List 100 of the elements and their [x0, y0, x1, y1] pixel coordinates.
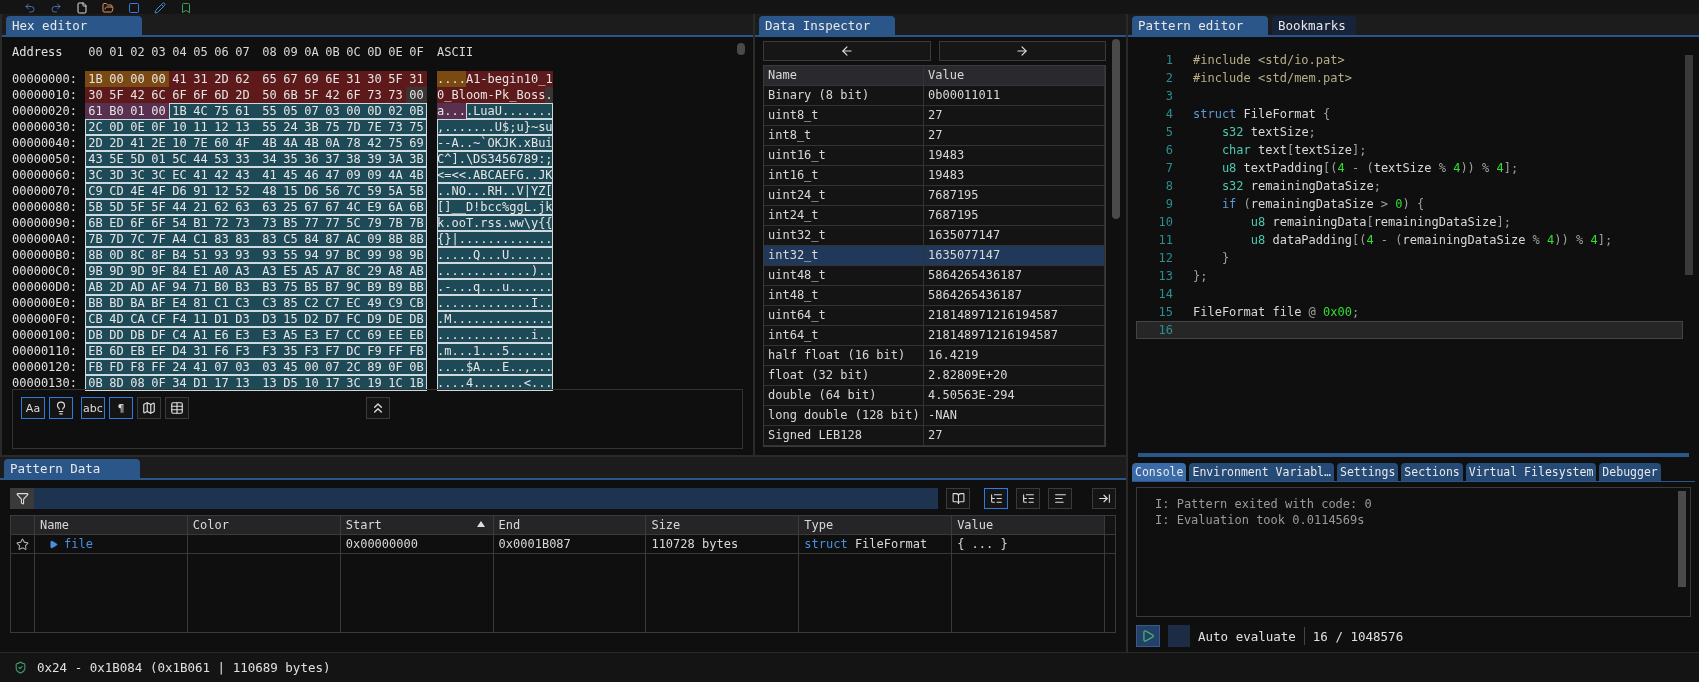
jump-button[interactable] [1092, 488, 1116, 509]
ascii-text[interactable]: k.ooT.rss.ww\y{{ [437, 215, 553, 231]
hex-byte[interactable]: 05 [280, 103, 301, 119]
hex-byte[interactable]: C7 [322, 295, 343, 311]
hex-byte[interactable]: BC [343, 247, 364, 263]
hex-byte[interactable]: CD [106, 183, 127, 199]
inspector-row[interactable]: int64_t 218148971216194587 [764, 326, 1105, 346]
hex-byte[interactable]: B3 [232, 279, 253, 295]
hex-byte[interactable]: C1 [190, 231, 211, 247]
hex-byte[interactable]: 43 [232, 167, 253, 183]
hex-byte[interactable]: E1 [190, 263, 211, 279]
hex-byte[interactable]: 7C [127, 231, 148, 247]
filter-button[interactable] [10, 488, 34, 509]
run-button[interactable] [1136, 625, 1160, 647]
hex-byte[interactable]: 6D [211, 87, 232, 103]
hex-byte[interactable]: DB [127, 327, 148, 343]
hex-byte[interactable]: 6C [148, 87, 169, 103]
hex-byte[interactable]: 6D [106, 343, 127, 359]
hex-byte[interactable]: 03 [259, 359, 280, 375]
hex-byte[interactable]: 4F [232, 135, 253, 151]
undo-icon[interactable] [24, 2, 36, 14]
hex-byte[interactable]: 42 [127, 87, 148, 103]
hex-byte[interactable]: 37 [322, 151, 343, 167]
hex-byte[interactable]: 6B [406, 199, 427, 215]
hex-byte[interactable]: 5F [148, 199, 169, 215]
hex-byte[interactable]: 6B [85, 215, 106, 231]
hex-byte[interactable]: EE [385, 327, 406, 343]
hex-byte[interactable]: 33 [232, 151, 253, 167]
hex-byte[interactable]: 6F [190, 87, 211, 103]
hex-byte[interactable]: EC [169, 167, 190, 183]
hex-byte[interactable]: 84 [169, 263, 190, 279]
scrollbar[interactable] [1685, 55, 1693, 275]
hex-byte[interactable]: C9 [85, 183, 106, 199]
hex-byte[interactable]: 9D [106, 263, 127, 279]
scrollbar[interactable] [1112, 39, 1120, 219]
hex-byte[interactable]: 41 [169, 71, 190, 87]
hex-byte[interactable]: 62 [211, 199, 232, 215]
hex-byte[interactable]: 3C [343, 375, 364, 391]
hex-byte[interactable]: 73 [232, 215, 253, 231]
hex-byte[interactable]: 5F [106, 87, 127, 103]
hex-byte[interactable]: 10 [301, 375, 322, 391]
hex-byte[interactable]: 7B [85, 231, 106, 247]
panel-tab[interactable]: Hex editor [6, 16, 142, 35]
hex-byte[interactable]: 3B [301, 119, 322, 135]
hex-byte[interactable]: 60 [211, 135, 232, 151]
hex-byte[interactable]: C4 [169, 327, 190, 343]
ascii-text[interactable]: .............I.. [437, 295, 553, 311]
ascii-text[interactable]: .............i.. [437, 327, 553, 343]
inspector-row[interactable]: uint64_t 218148971216194587 [764, 306, 1105, 326]
hex-byte[interactable]: 31 [343, 71, 364, 87]
hex-byte[interactable]: CB [406, 295, 427, 311]
hex-byte[interactable]: 8B [406, 231, 427, 247]
hex-byte[interactable]: 5F [127, 199, 148, 215]
hex-byte[interactable]: 24 [169, 359, 190, 375]
hex-byte[interactable]: 0F [148, 119, 169, 135]
hex-byte[interactable]: 54 [169, 215, 190, 231]
hex-byte[interactable]: 4D [106, 311, 127, 327]
hex-byte[interactable]: 83 [211, 231, 232, 247]
hex-byte[interactable]: 1B [85, 71, 106, 87]
hex-byte[interactable]: E4 [169, 295, 190, 311]
hex-byte[interactable]: DF [148, 327, 169, 343]
hex-byte[interactable]: 01 [127, 103, 148, 119]
hex-byte[interactable]: 41 [190, 167, 211, 183]
hex-byte[interactable]: 93 [232, 247, 253, 263]
hex-byte[interactable]: 72 [211, 215, 232, 231]
hex-byte[interactable]: 81 [190, 295, 211, 311]
tree-view-button[interactable] [1016, 488, 1040, 509]
hex-byte[interactable]: 0F [148, 375, 169, 391]
hex-byte[interactable]: 51 [190, 247, 211, 263]
hex-byte[interactable]: 09 [343, 167, 364, 183]
hex-byte[interactable]: 4B [259, 135, 280, 151]
hex-byte[interactable]: 38 [343, 151, 364, 167]
hex-byte[interactable]: 75 [406, 119, 427, 135]
ascii-text[interactable]: ....$A...E..,... [437, 359, 553, 375]
hex-byte[interactable]: 3C [127, 167, 148, 183]
inspector-row[interactable]: float (32 bit) 2.82809E+20 [764, 366, 1105, 386]
hex-byte[interactable]: 2D [232, 87, 253, 103]
inspector-row[interactable]: Binary (8 bit) 0b00011011 [764, 86, 1105, 106]
hex-byte[interactable]: D5 [280, 375, 301, 391]
hex-byte[interactable]: B9 [385, 279, 406, 295]
hex-byte[interactable]: A3 [259, 263, 280, 279]
hex-byte[interactable]: 10 [169, 135, 190, 151]
hex-byte[interactable]: 52 [232, 183, 253, 199]
hex-byte[interactable]: 00 [106, 71, 127, 87]
column-header[interactable]: Type [799, 516, 953, 535]
hex-byte[interactable]: 03 [232, 359, 253, 375]
hex-byte[interactable]: 59 [364, 183, 385, 199]
hex-byte[interactable]: 1B [169, 103, 190, 119]
hex-byte[interactable]: 36 [301, 151, 322, 167]
hex-byte[interactable]: 07 [211, 359, 232, 375]
hex-byte[interactable]: 0A [322, 135, 343, 151]
hex-byte[interactable]: 65 [259, 71, 280, 87]
hex-byte[interactable]: 5B [85, 199, 106, 215]
hex-byte[interactable]: C3 [232, 295, 253, 311]
redo-icon[interactable] [50, 2, 62, 14]
folder-icon[interactable] [102, 2, 114, 14]
hex-byte[interactable]: FB [406, 343, 427, 359]
hex-byte[interactable]: 9C [343, 279, 364, 295]
hex-byte[interactable]: 75 [322, 119, 343, 135]
hex-byte[interactable]: E5 [280, 263, 301, 279]
